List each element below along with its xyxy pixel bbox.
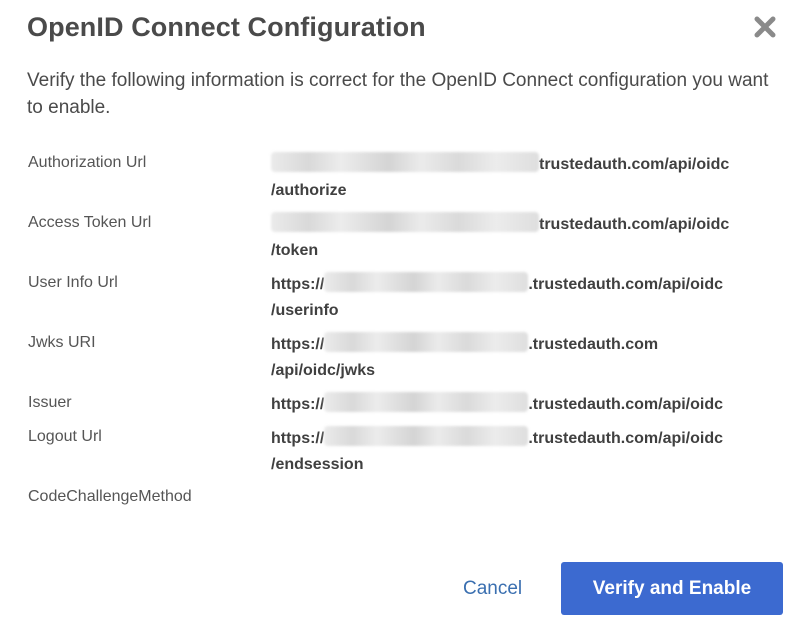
field-value: https:// .trustedauth.com/api/oidc /endse… bbox=[271, 426, 791, 478]
field-value-line1: trustedauth.com/api/oidc bbox=[539, 216, 730, 233]
field-value-prefix: https:// bbox=[271, 396, 325, 413]
field-value-prefix: https:// bbox=[271, 430, 325, 447]
field-label: Access Token Url bbox=[28, 214, 152, 231]
field-label: Jwks URI bbox=[28, 334, 96, 351]
field-value-line2: /authorize bbox=[271, 182, 347, 199]
field-label: User Info Url bbox=[28, 274, 118, 291]
field-value-line1: .trustedauth.com/api/oidc bbox=[528, 276, 724, 293]
dialog-title: OpenID Connect Configuration bbox=[27, 12, 426, 42]
field-value: https:// .trustedauth.com/api/oidc /useri… bbox=[271, 272, 791, 324]
field-value: trustedauth.com/api/oidc /token bbox=[271, 212, 791, 264]
field-value-line2: /token bbox=[271, 242, 319, 259]
field-value-line1: .trustedauth.com bbox=[528, 336, 659, 353]
redacted-region bbox=[324, 426, 529, 446]
redacted-region bbox=[324, 392, 529, 412]
field-value-line2: /api/oidc/jwks bbox=[271, 362, 376, 379]
field-value-line2: /endsession bbox=[271, 456, 364, 473]
field-label: Authorization Url bbox=[28, 154, 147, 171]
field-value-line2: /userinfo bbox=[271, 302, 339, 319]
field-value: trustedauth.com/api/oidc /authorize bbox=[271, 152, 791, 204]
field-value-prefix: https:// bbox=[271, 276, 325, 293]
field-value: https:// .trustedauth.com/api/oidc bbox=[271, 392, 791, 418]
redacted-region bbox=[324, 332, 529, 352]
intro-text: Verify the following information is corr… bbox=[27, 70, 769, 118]
field-value: https:// .trustedauth.com /api/oidc/jwks bbox=[271, 332, 791, 384]
verify-and-enable-button[interactable]: Verify and Enable bbox=[561, 562, 783, 615]
field-value-line1: .trustedauth.com/api/oidc bbox=[528, 396, 724, 413]
close-icon[interactable] bbox=[752, 14, 778, 40]
openid-config-dialog: OpenID Connect Configuration Verify the … bbox=[0, 0, 798, 637]
field-value-prefix: https:// bbox=[271, 336, 325, 353]
redacted-region bbox=[271, 152, 539, 172]
redacted-region bbox=[271, 212, 539, 232]
field-label: Logout Url bbox=[28, 428, 102, 445]
field-value-line1: .trustedauth.com/api/oidc bbox=[528, 430, 724, 447]
cancel-button[interactable]: Cancel bbox=[463, 578, 522, 600]
redacted-region bbox=[324, 272, 529, 292]
field-label: Issuer bbox=[28, 394, 72, 411]
field-value-line1: trustedauth.com/api/oidc bbox=[539, 156, 730, 173]
field-label: CodeChallengeMethod bbox=[28, 488, 192, 505]
